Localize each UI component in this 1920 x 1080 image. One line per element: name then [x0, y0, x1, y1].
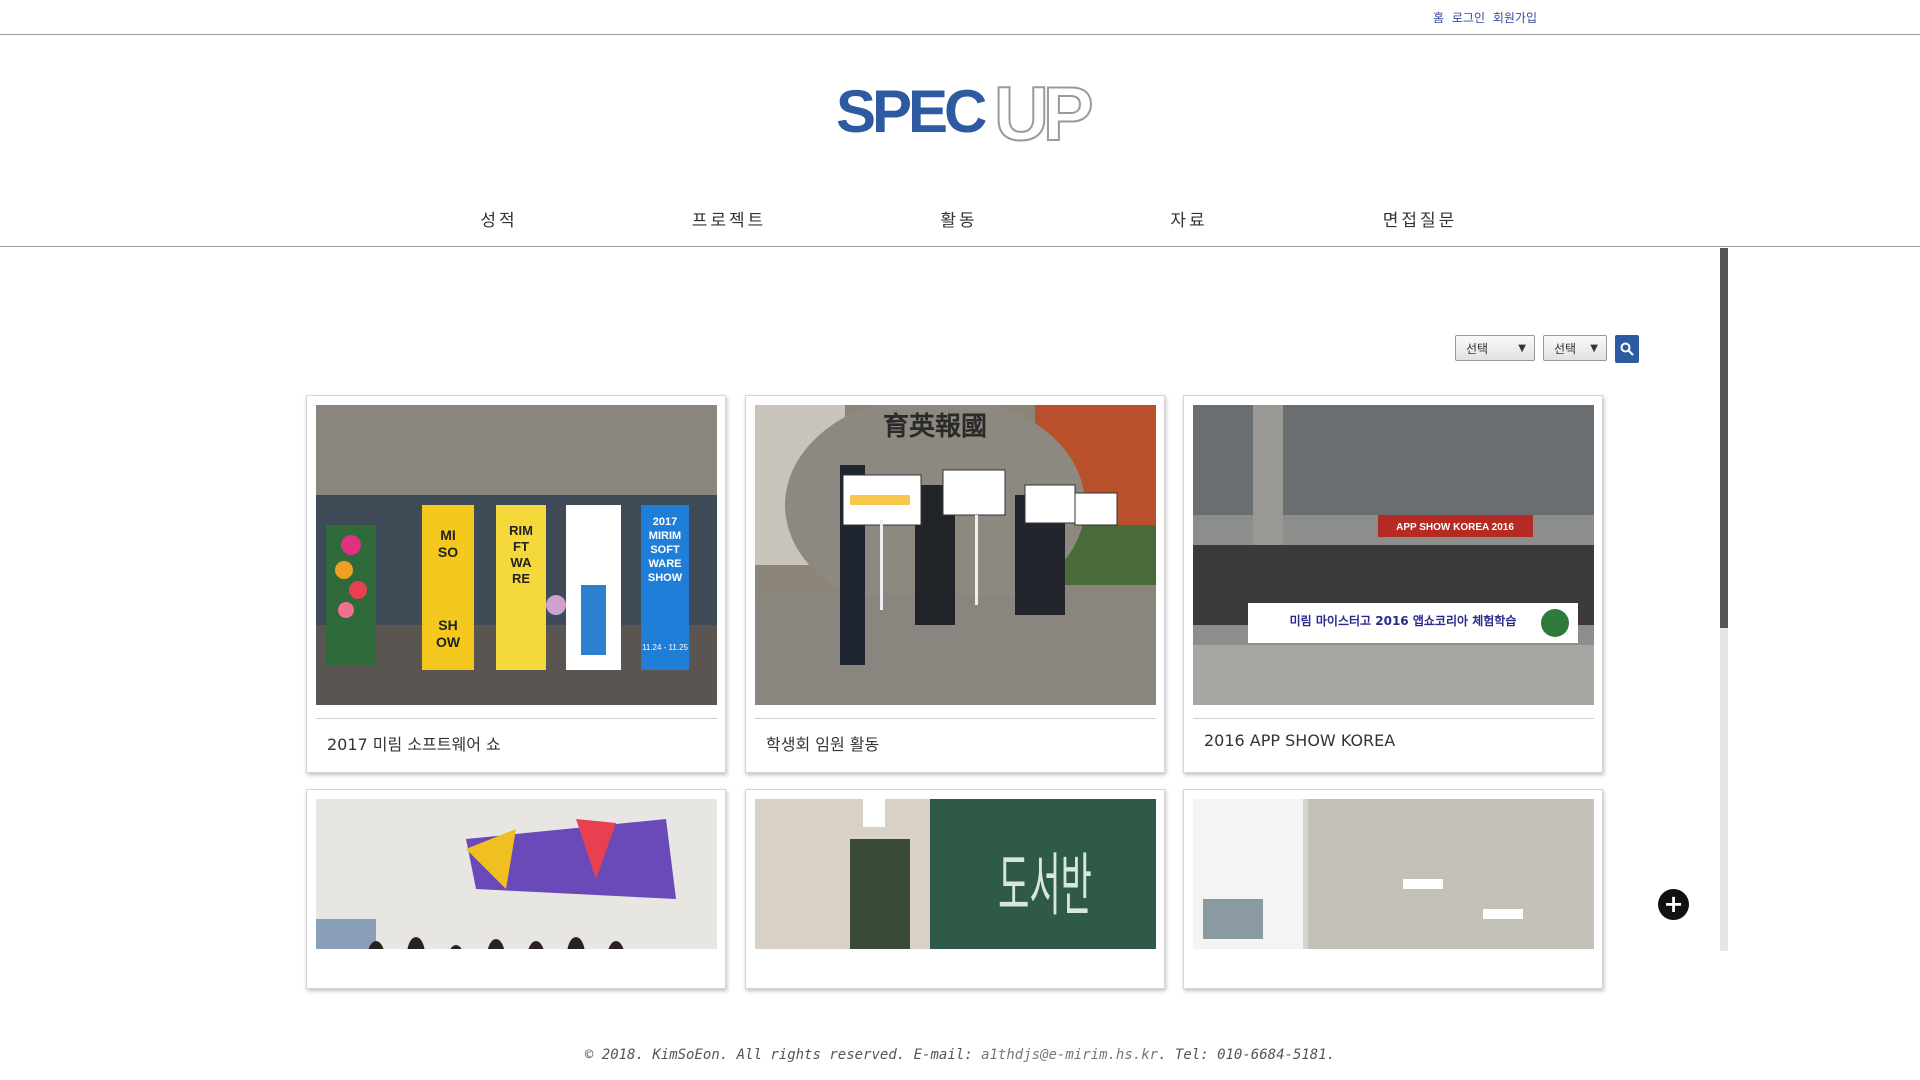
- card-divider: [755, 718, 1156, 719]
- nav-item-resources[interactable]: 자료: [1170, 206, 1207, 231]
- footer-phone: . Tel: 010-6684-5181.: [1158, 1047, 1336, 1063]
- card-photo: [316, 799, 717, 949]
- gallery-card[interactable]: 도서반: [745, 789, 1165, 989]
- footer-copyright: © 2018. KimSoEon. All rights reserved. E…: [584, 1047, 982, 1063]
- svg-text:RIM: RIM: [509, 523, 533, 538]
- card-photo: 育英報國: [755, 405, 1156, 705]
- svg-text:MIRIM: MIRIM: [649, 530, 681, 542]
- card-caption: 학생회 임원 활동: [766, 735, 880, 754]
- svg-text:UP: UP: [994, 72, 1092, 150]
- filter-select-1[interactable]: 선택 ▼: [1455, 335, 1535, 361]
- svg-text:育英報國: 育英報國: [883, 411, 987, 442]
- svg-text:SO: SO: [438, 544, 458, 560]
- nav-item-projects[interactable]: 프로젝트: [692, 206, 767, 231]
- nav-item-interview[interactable]: 면접질문: [1383, 206, 1458, 231]
- search-icon: [1620, 342, 1634, 356]
- top-bar: 홈 로그인 회원가입: [0, 0, 1920, 35]
- svg-text:SH: SH: [438, 617, 457, 633]
- filter-select-2-value: 선택: [1554, 342, 1577, 356]
- card-photo: MI SO SH OW RIM FT WA RE 2017 MIRIM SOFT…: [316, 405, 717, 705]
- gallery-card[interactable]: MI SO SH OW RIM FT WA RE 2017 MIRIM SOFT…: [306, 395, 726, 773]
- scrollbar-thumb[interactable]: [1720, 248, 1728, 628]
- vertical-scrollbar[interactable]: [1720, 248, 1728, 951]
- plus-icon: +: [1663, 890, 1684, 918]
- nav-item-activities[interactable]: 활동: [940, 206, 977, 231]
- footer-email: a1thdjs@e-mirim.hs.kr: [981, 1047, 1159, 1063]
- gallery-card[interactable]: [306, 789, 726, 989]
- gallery-card[interactable]: 育英報國 학생회 임원 활동: [745, 395, 1165, 773]
- site-logo[interactable]: SPEC UP: [836, 70, 1102, 158]
- svg-text:APP SHOW KOREA 2016: APP SHOW KOREA 2016: [1396, 522, 1514, 533]
- top-links: 홈 로그인 회원가입: [1433, 9, 1541, 26]
- svg-text:WARE: WARE: [649, 558, 682, 570]
- card-caption: 2016 APP SHOW KOREA: [1204, 731, 1396, 750]
- card-photo: [1193, 799, 1594, 949]
- filter-select-1-value: 선택: [1466, 342, 1489, 356]
- svg-text:FT: FT: [513, 539, 529, 554]
- svg-text:SHOW: SHOW: [648, 572, 683, 584]
- gallery-card[interactable]: APP SHOW KOREA 2016 미림 마이스터고 2016 앱쇼코리아 …: [1183, 395, 1603, 773]
- home-link[interactable]: 홈: [1433, 11, 1444, 25]
- dropdown-arrow-icon: ▼: [1590, 343, 1598, 354]
- card-divider: [1193, 718, 1594, 719]
- login-link[interactable]: 로그인: [1452, 11, 1485, 25]
- gallery-card[interactable]: [1183, 789, 1603, 989]
- svg-text:OW: OW: [436, 634, 461, 650]
- card-photo: APP SHOW KOREA 2016 미림 마이스터고 2016 앱쇼코리아 …: [1193, 405, 1594, 705]
- card-divider: [316, 718, 717, 719]
- card-caption: 2017 미림 소프트웨어 쇼: [327, 735, 501, 754]
- svg-text:WA: WA: [511, 555, 533, 570]
- svg-text:11.24 - 11.25: 11.24 - 11.25: [642, 643, 689, 652]
- dropdown-arrow-icon: ▼: [1518, 343, 1526, 354]
- svg-text:MI: MI: [440, 527, 456, 543]
- card-photo: 도서반: [755, 799, 1156, 949]
- svg-text:RE: RE: [512, 571, 530, 586]
- svg-text:2017: 2017: [653, 516, 677, 528]
- main-nav: 성적 프로젝트 활동 자료 면접질문: [0, 190, 1920, 247]
- signup-link[interactable]: 회원가입: [1493, 11, 1537, 25]
- svg-text:미림 마이스터고 2016 앱쇼코리아 체험학습: 미림 마이스터고 2016 앱쇼코리아 체험학습: [1290, 613, 1517, 628]
- filter-select-2[interactable]: 선택 ▼: [1543, 335, 1607, 361]
- nav-item-grades[interactable]: 성적: [480, 206, 517, 231]
- footer: © 2018. KimSoEon. All rights reserved. E…: [0, 1047, 1920, 1063]
- search-button[interactable]: [1615, 335, 1639, 363]
- svg-text:SPEC: SPEC: [836, 78, 986, 145]
- svg-text:SOFT: SOFT: [650, 544, 680, 556]
- add-button[interactable]: +: [1658, 889, 1689, 920]
- svg-text:도서반: 도서반: [998, 846, 1092, 926]
